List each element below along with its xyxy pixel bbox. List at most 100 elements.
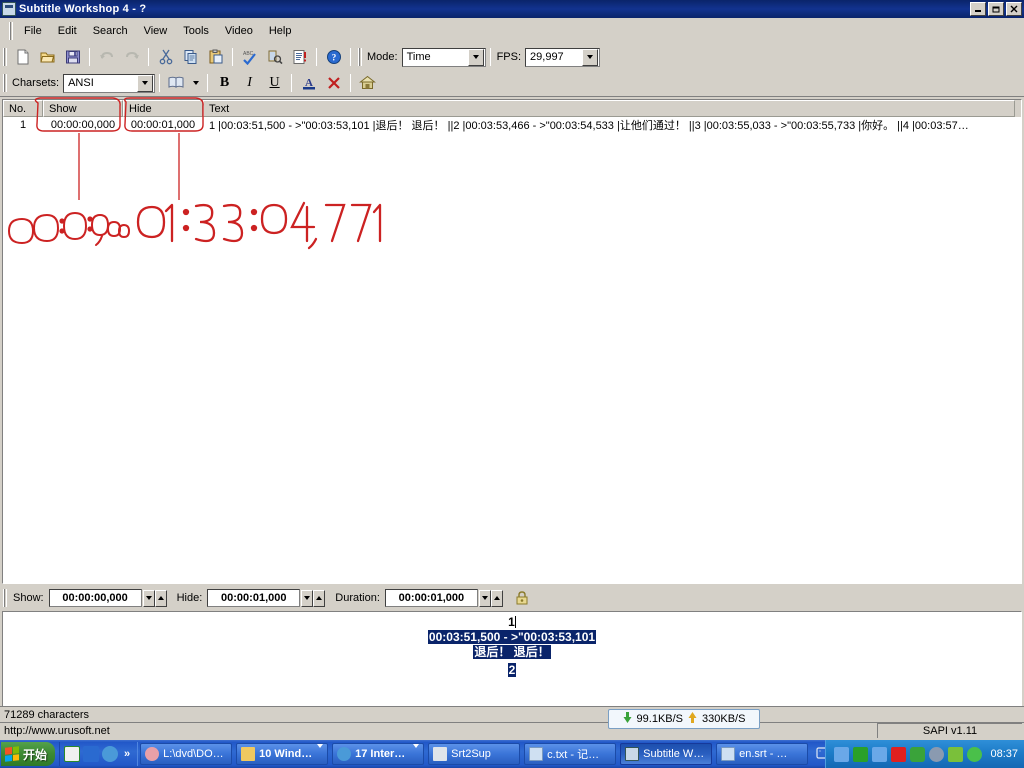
toolbar-grip-3[interactable] xyxy=(3,74,7,92)
hide-input[interactable]: 00:00:01,000 xyxy=(207,589,301,607)
search-replace-icon[interactable] xyxy=(263,46,286,68)
column-header-hide[interactable]: Hide xyxy=(123,100,203,117)
taskbar-item-windows-group[interactable]: 10 Wind… xyxy=(236,743,329,765)
text-caret xyxy=(514,616,516,628)
toolbar-separator-3 xyxy=(232,48,233,66)
italic-icon[interactable]: I xyxy=(238,72,261,94)
hide-spin-up[interactable] xyxy=(313,589,326,607)
show-spinner[interactable] xyxy=(142,589,167,607)
spellcheck-icon[interactable]: ABC xyxy=(238,46,261,68)
book-dropdown-icon[interactable] xyxy=(165,72,188,94)
start-button[interactable]: 开始 xyxy=(1,742,56,766)
taskbar-item-srt2sup[interactable]: Srt2Sup xyxy=(428,743,521,765)
update-icon[interactable] xyxy=(967,746,983,762)
cut-icon[interactable] xyxy=(154,46,177,68)
column-header-no[interactable]: No. xyxy=(3,100,43,117)
charsets-dropdown-arrow[interactable] xyxy=(190,72,202,94)
subtitle-workshop-icon xyxy=(625,747,640,761)
menu-edit[interactable]: Edit xyxy=(50,22,85,40)
home-icon[interactable] xyxy=(356,72,379,94)
menu-view[interactable]: View xyxy=(136,22,176,40)
duration-spinner[interactable] xyxy=(478,589,503,607)
duration-input[interactable]: 00:00:01,000 xyxy=(384,589,478,607)
media-player-icon[interactable] xyxy=(64,746,81,762)
paste-icon[interactable] xyxy=(204,46,227,68)
underline-icon[interactable]: U xyxy=(263,72,286,94)
help-icon[interactable]: ? xyxy=(322,46,345,68)
padlock-icon[interactable] xyxy=(511,587,534,609)
taskbar-item-internet-group[interactable]: 17 Inter… xyxy=(332,743,425,765)
toolbar-separator-7 xyxy=(159,74,161,92)
taskbar-item-label: 10 Wind… xyxy=(259,748,313,760)
urusoft-url[interactable]: http://www.urusoft.net xyxy=(4,725,110,737)
sync-icon[interactable] xyxy=(948,746,964,762)
network2-icon[interactable] xyxy=(872,746,888,762)
shield-icon[interactable] xyxy=(910,746,926,762)
duration-spin-down[interactable] xyxy=(478,589,491,607)
chevron-down-icon[interactable] xyxy=(413,744,420,760)
show-spin-down[interactable] xyxy=(142,589,155,607)
taskbar-item-subtitle-workshop[interactable]: Subtitle W… xyxy=(620,743,713,765)
network-speed-widget[interactable]: 99.1KB/S 330KB/S xyxy=(608,709,760,729)
save-icon[interactable] xyxy=(61,46,84,68)
chevron-down-icon[interactable] xyxy=(317,744,324,760)
network-icon[interactable] xyxy=(834,746,850,762)
internet-explorer-icon[interactable] xyxy=(102,746,119,762)
internet-explorer-icon xyxy=(337,747,352,761)
taskbar-item-ctxt[interactable]: c.txt - 记… xyxy=(524,743,617,765)
menu-tools[interactable]: Tools xyxy=(175,22,217,40)
subtitle-list[interactable]: No. Show Hide Text 1 00:00:00,000 00:00:… xyxy=(2,99,1022,584)
menu-file[interactable]: File xyxy=(16,22,50,40)
toolbar-grip-1[interactable] xyxy=(3,48,7,66)
maximize-button[interactable] xyxy=(988,2,1004,16)
duration-label: Duration: xyxy=(335,592,380,604)
chevron-down-icon[interactable] xyxy=(582,48,599,66)
notepad-icon xyxy=(529,747,544,761)
close-button[interactable] xyxy=(1006,2,1022,16)
taskbar-item-ensrt[interactable]: en.srt - … xyxy=(716,743,809,765)
media-icon[interactable] xyxy=(853,746,869,762)
taskbar-clock[interactable]: 08:37 xyxy=(990,748,1018,760)
menu-video[interactable]: Video xyxy=(217,22,261,40)
minimize-button[interactable] xyxy=(970,2,986,16)
subtitle-text-editor[interactable]: 1 00:03:51,500 - >"00:03:53,101 退后！ 退后！ … xyxy=(2,611,1022,707)
show-spin-up[interactable] xyxy=(154,589,167,607)
menubar-grip[interactable] xyxy=(9,21,13,40)
font-color-icon[interactable]: A xyxy=(297,72,320,94)
menu-search[interactable]: Search xyxy=(85,22,136,40)
menu-help[interactable]: Help xyxy=(261,22,300,40)
chevron-down-icon[interactable] xyxy=(467,48,484,66)
fps-combo[interactable]: 29,997 xyxy=(525,47,601,67)
show-input[interactable]: 00:00:00,000 xyxy=(48,589,142,607)
charsets-combo[interactable]: ANSI xyxy=(63,73,156,93)
duration-spin-up[interactable] xyxy=(490,589,503,607)
antivirus-icon[interactable] xyxy=(891,746,907,762)
taskbar-item-dvd[interactable]: L:\dvd\DO… xyxy=(140,743,233,765)
redo-icon[interactable] xyxy=(120,46,143,68)
mode-combo[interactable]: Time xyxy=(401,47,486,67)
table-row[interactable]: 1 00:00:00,000 00:00:01,000 1 |00:03:51,… xyxy=(3,117,1021,132)
open-folder-icon[interactable] xyxy=(36,46,59,68)
row-no: 1 xyxy=(19,118,27,131)
timepanel-grip[interactable] xyxy=(3,589,7,607)
download-speed: 99.1KB/S xyxy=(636,713,684,725)
disc-icon[interactable] xyxy=(929,746,945,762)
bold-icon[interactable]: B xyxy=(213,72,236,94)
status-bar-url: http://www.urusoft.net SAPI v1.11 xyxy=(0,722,1024,738)
hide-spin-down[interactable] xyxy=(301,589,314,607)
undo-icon[interactable] xyxy=(95,46,118,68)
chevron-down-icon[interactable] xyxy=(137,74,154,92)
copy-icon[interactable] xyxy=(179,46,202,68)
quicklaunch-overflow-icon[interactable]: » xyxy=(124,748,130,760)
toolbar-grip-2[interactable] xyxy=(358,48,362,66)
mode-value: Time xyxy=(406,51,431,63)
refresh-icon[interactable] xyxy=(83,746,100,762)
hide-spinner[interactable] xyxy=(301,589,326,607)
column-header-text[interactable]: Text xyxy=(203,100,1015,117)
clear-formatting-icon[interactable] xyxy=(322,72,345,94)
new-file-icon[interactable] xyxy=(11,46,34,68)
show-label: Show: xyxy=(13,592,44,604)
info-script-icon[interactable] xyxy=(288,46,311,68)
main-toolbar: ABC ? Mode: Time FPS: 29,997 xyxy=(0,44,1024,70)
column-header-show[interactable]: Show xyxy=(43,100,123,117)
